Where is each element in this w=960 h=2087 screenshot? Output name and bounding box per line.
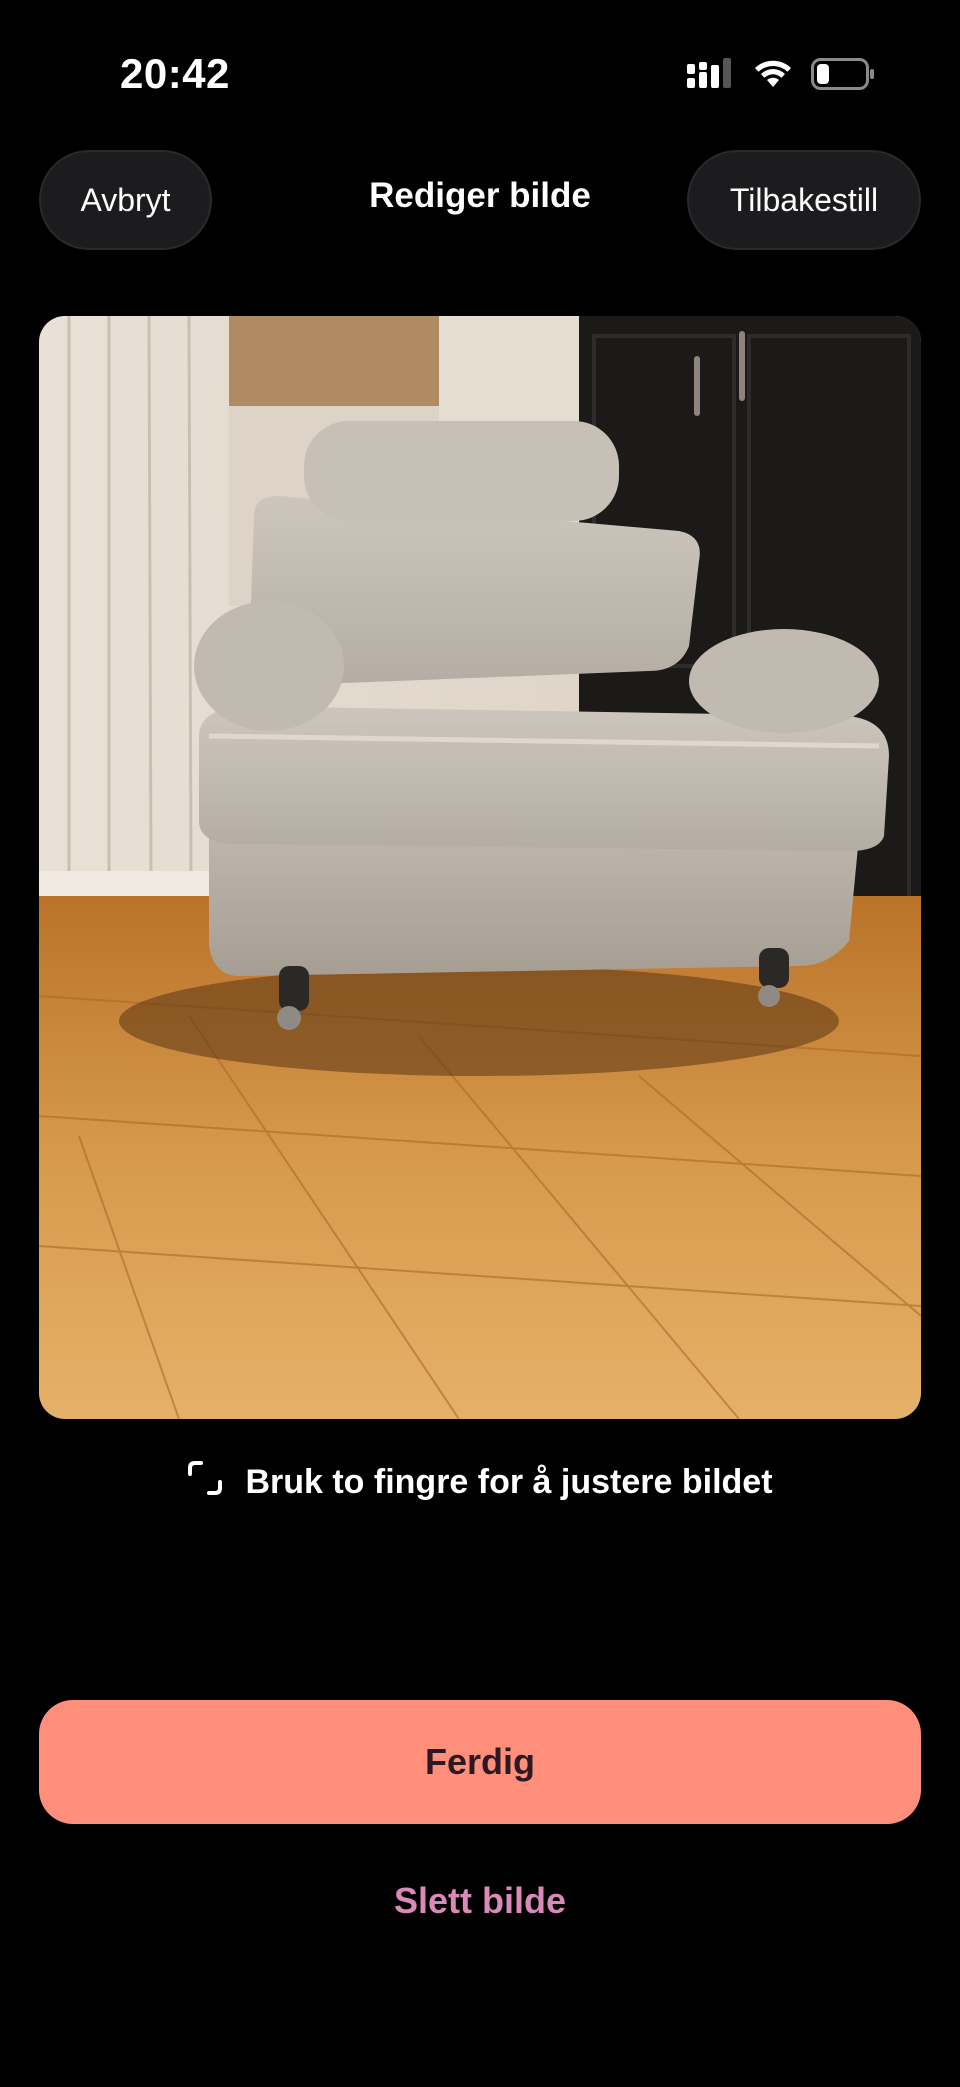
status-icons [687, 58, 875, 95]
delete-image-link[interactable]: Slett bilde [0, 1880, 960, 1922]
pinch-hint: Bruk to fingre for å justere bildet [0, 1460, 960, 1505]
crop-corners-icon [187, 1460, 223, 1505]
status-bar: 20:42 [0, 0, 960, 150]
wifi-icon [753, 59, 793, 94]
status-time: 20:42 [120, 50, 230, 97]
hint-text: Bruk to fingre for å justere bildet [245, 1463, 773, 1501]
reset-button[interactable]: Tilbakestill [687, 150, 921, 250]
cellular-signal-icon [687, 58, 735, 95]
photo-preview[interactable] [39, 316, 921, 1419]
battery-icon [811, 58, 875, 95]
armchair-photo [39, 316, 921, 1419]
done-button[interactable]: Ferdig [39, 1700, 921, 1824]
